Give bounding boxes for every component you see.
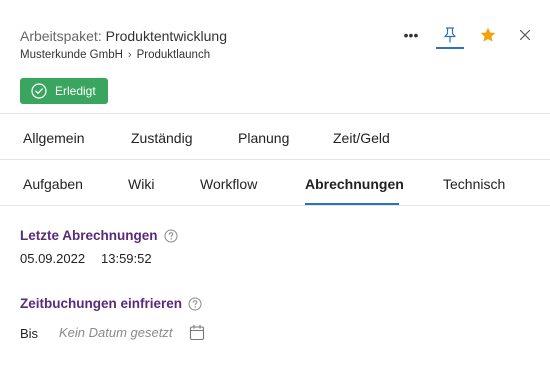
tab-zustaendig[interactable]: Zuständig	[131, 130, 192, 146]
freeze-title: Zeitbuchungen einfrieren	[20, 296, 183, 311]
last-billing-title: Letzte Abrechnungen	[20, 228, 158, 243]
until-label: Bis	[20, 326, 39, 341]
header: Arbeitspaket: Produktentwicklung Musterk…	[0, 0, 550, 114]
pin-icon[interactable]	[436, 24, 464, 46]
last-billing-date: 05.09.2022	[20, 251, 86, 266]
more-icon[interactable]: •••	[401, 24, 421, 46]
close-icon[interactable]	[515, 24, 535, 46]
tab-abrechnungen[interactable]: Abrechnungen	[305, 176, 404, 192]
page-title: Arbeitspaket: Produktentwicklung	[20, 28, 227, 44]
tab-technisch[interactable]: Technisch	[443, 176, 505, 192]
title-name: Produktentwicklung	[105, 28, 228, 44]
tab-zeit-geld[interactable]: Zeit/Geld	[333, 130, 390, 146]
freeze-heading: Zeitbuchungen einfrieren	[20, 296, 202, 311]
breadcrumb-item-project[interactable]: Produktlaunch	[137, 49, 211, 61]
tab-allgemein[interactable]: Allgemein	[23, 130, 84, 146]
status-badge[interactable]: Erledigt	[20, 78, 108, 104]
help-icon[interactable]	[164, 229, 178, 243]
status-label: Erledigt	[55, 84, 96, 98]
tab-workflow[interactable]: Workflow	[200, 176, 257, 192]
breadcrumb: Musterkunde GmbH › Produktlaunch	[20, 49, 210, 61]
last-billing-time: 13:59:52	[101, 251, 152, 266]
breadcrumb-item-customer[interactable]: Musterkunde GmbH	[20, 49, 123, 61]
pin-active-indicator	[436, 47, 464, 49]
tab-wiki[interactable]: Wiki	[128, 176, 154, 192]
last-billing-heading: Letzte Abrechnungen	[20, 228, 178, 243]
help-icon[interactable]	[188, 297, 202, 311]
calendar-icon[interactable]	[189, 324, 205, 346]
active-tab-indicator	[305, 203, 399, 205]
star-icon[interactable]	[476, 24, 500, 46]
check-circle-icon	[31, 83, 47, 99]
freeze-date-input[interactable]: Kein Datum gesetzt	[59, 325, 172, 340]
tab-planung[interactable]: Planung	[238, 130, 289, 146]
title-prefix: Arbeitspaket:	[20, 28, 102, 44]
tab-bar-secondary: Aufgaben Wiki Workflow Abrechnungen Tech…	[0, 160, 550, 206]
breadcrumb-separator: ›	[127, 49, 132, 61]
tab-bar-primary: Allgemein Zuständig Planung Zeit/Geld	[0, 114, 550, 160]
tab-aufgaben[interactable]: Aufgaben	[23, 176, 83, 192]
